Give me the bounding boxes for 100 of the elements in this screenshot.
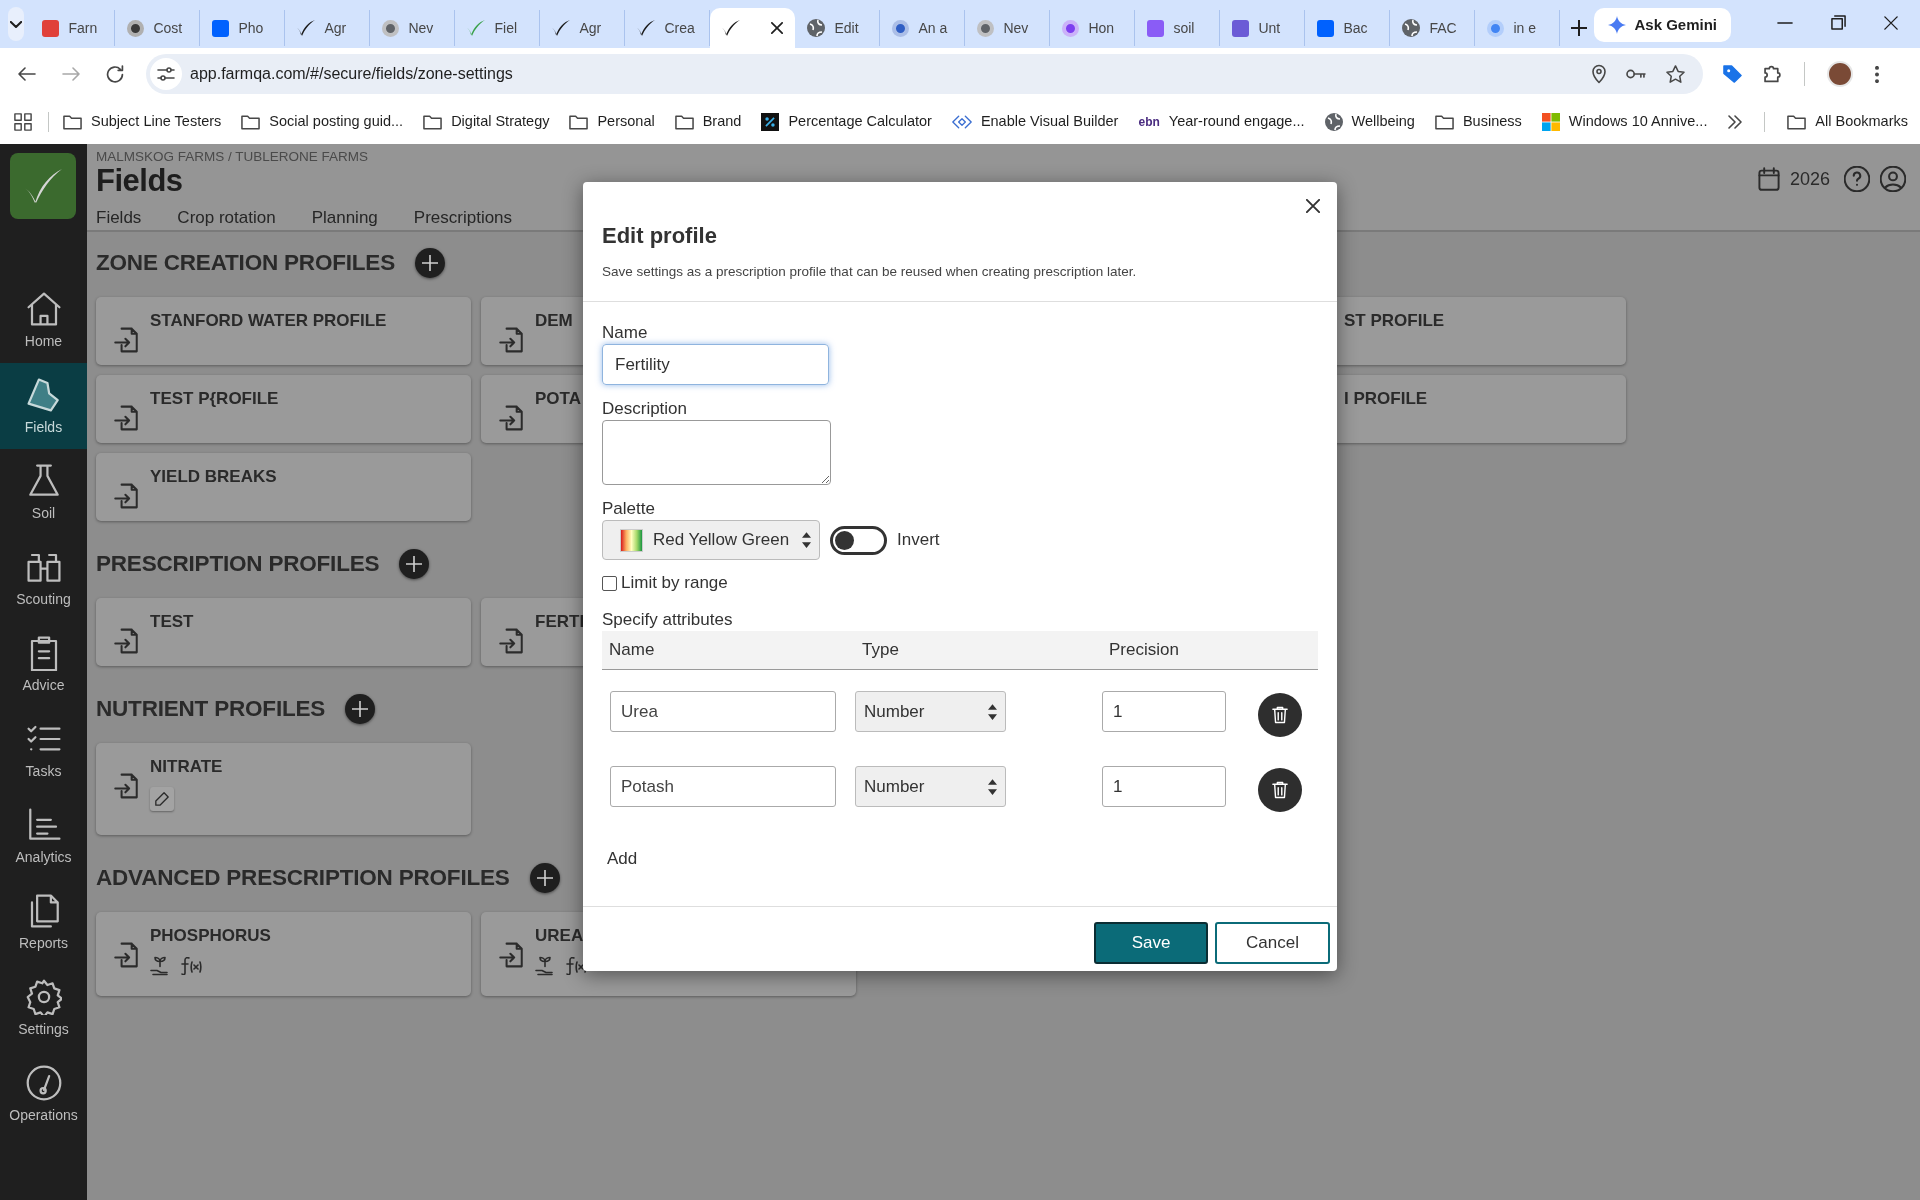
profile-card[interactable]: NITRATE: [96, 743, 471, 835]
gemini-button[interactable]: Ask Gemini: [1594, 8, 1731, 42]
sprout-in-hand-icon: [150, 956, 170, 976]
reload-icon: [106, 65, 124, 83]
profile-card[interactable]: STANFORD WATER PROFILE: [96, 297, 471, 365]
edit-button[interactable]: [150, 787, 174, 811]
browser-tab[interactable]: Edit: [795, 10, 881, 46]
file-import-icon: [114, 405, 138, 431]
browser-tab[interactable]: Nev: [370, 10, 456, 46]
bookmark[interactable]: ebn Year-round engage...: [1128, 106, 1315, 138]
browser-tab[interactable]: [710, 8, 796, 48]
bookmark[interactable]: Digital Strategy: [413, 106, 560, 138]
four-squares-logo-icon: [1541, 113, 1560, 131]
breadcrumb: MALMSKOG FARMS / TUBLERONE FARMS: [96, 149, 370, 165]
name-input[interactable]: Fertility: [602, 344, 829, 385]
browser-tab[interactable]: Bac: [1305, 10, 1391, 46]
bookmark[interactable]: Business: [1424, 106, 1532, 138]
nav-tab[interactable]: Prescriptions: [413, 207, 513, 229]
add-button[interactable]: [399, 549, 430, 579]
sidebar-item[interactable]: Scouting: [0, 535, 87, 621]
browser-tab[interactable]: Agr: [540, 10, 626, 46]
file-import-icon: [499, 628, 523, 654]
bookmark[interactable]: Brand: [664, 106, 752, 138]
tab-search-button[interactable]: [8, 7, 25, 41]
add-button[interactable]: [414, 248, 445, 278]
sidebar-item[interactable]: Analytics: [0, 793, 87, 879]
sidebar-item[interactable]: Operations: [0, 1051, 87, 1137]
year-selector[interactable]: 2026: [1789, 165, 1830, 193]
profile-name: YIELD BREAKS: [150, 466, 277, 488]
browser-tab[interactable]: in e: [1475, 10, 1561, 46]
palette-select[interactable]: Red Yellow Green: [602, 520, 820, 560]
sidebar-item[interactable]: Advice: [0, 621, 87, 707]
invert-toggle[interactable]: [830, 525, 887, 555]
bookmark[interactable]: Windows 10 Annive...: [1531, 106, 1718, 138]
calendar-icon: [1757, 167, 1780, 191]
site-logo-icon: [42, 19, 60, 37]
browser-tab[interactable]: Unt: [1220, 10, 1306, 46]
profile-card[interactable]: YIELD BREAKS: [96, 453, 471, 521]
browser-tab[interactable]: Farn: [30, 10, 116, 46]
toggle-label: Invert: [897, 529, 940, 552]
nav-tab[interactable]: Crop rotation: [177, 207, 276, 229]
profile-avatar[interactable]: [1827, 61, 1853, 87]
dialog-description: Save settings as a prescription profile that can be reused when creating prescription later.: [602, 263, 1138, 281]
type-select[interactable]: Number: [855, 766, 1006, 807]
sidebar-item[interactable]: Home: [0, 277, 87, 363]
browser-tab[interactable]: An a: [880, 10, 966, 46]
sidebar-item[interactable]: Settings: [0, 965, 87, 1051]
browser-tab[interactable]: Fiel: [455, 10, 541, 46]
bookmark[interactable]: Enable Visual Builder: [941, 106, 1129, 138]
profile-name: UREA: [535, 925, 585, 947]
profile-card[interactable]: TEST: [96, 598, 471, 666]
attribute-name-input[interactable]: Potash: [610, 766, 836, 807]
browser-tab[interactable]: Agr: [285, 10, 371, 46]
address-bar[interactable]: app.farmqa.com/#/secure/fields/zone-settings: [146, 54, 1703, 94]
bookmark[interactable]: Percentage Calculator: [751, 106, 942, 138]
save-button[interactable]: Save: [1094, 922, 1208, 964]
checkbox[interactable]: [602, 575, 617, 591]
close-icon: [1306, 199, 1320, 213]
bookmark[interactable]: Social posting guid...: [231, 106, 414, 138]
profile-card[interactable]: PHOSPHORUS: [96, 912, 471, 996]
sidebar-item[interactable]: Reports: [0, 879, 87, 965]
attribute-name-input[interactable]: Urea: [610, 691, 836, 732]
type-select[interactable]: Number: [855, 691, 1006, 732]
profile-name: TEST: [150, 611, 194, 633]
sidebar-item[interactable]: Soil: [0, 449, 87, 535]
add-button[interactable]: [529, 863, 560, 893]
cancel-button[interactable]: Cancel: [1215, 922, 1330, 964]
sort-arrows-icon: [988, 703, 997, 720]
bookmark[interactable]: Personal: [559, 106, 665, 138]
bookmark[interactable]: Subject Line Testers: [53, 106, 232, 138]
browser-tab[interactable]: Cost: [115, 10, 201, 46]
profile-card[interactable]: TEST P{ROFILE: [96, 375, 471, 443]
nav-tab[interactable]: Fields: [96, 207, 142, 229]
file-import-icon: [114, 942, 138, 968]
all-bookmarks-folder[interactable]: All Bookmarks: [1787, 111, 1908, 133]
browser-tab[interactable]: Nev: [965, 10, 1051, 46]
function-icon: [180, 957, 202, 975]
section-label: Specify attributes: [602, 609, 734, 631]
precision-input[interactable]: 1: [1102, 691, 1226, 732]
browser-tab[interactable]: Hon: [1050, 10, 1136, 46]
add-button[interactable]: [345, 694, 376, 724]
browser-tab[interactable]: soil: [1135, 10, 1221, 46]
sidebar-item[interactable]: Tasks: [0, 707, 87, 793]
precision-input[interactable]: 1: [1102, 766, 1226, 807]
profile-name: POTA: [535, 388, 581, 410]
bookmark[interactable]: Wellbeing: [1314, 106, 1425, 138]
add-attribute-link[interactable]: Add: [607, 848, 638, 870]
app-logo: [10, 153, 76, 219]
more-options-icon: [1875, 65, 1879, 83]
sidebar-item[interactable]: Fields: [0, 363, 87, 449]
site-logo-icon: [212, 19, 230, 37]
browser-tab[interactable]: Pho: [200, 10, 286, 46]
file-import-icon: [499, 327, 523, 353]
delete-button[interactable]: [1258, 768, 1302, 812]
nav-tab[interactable]: Planning: [311, 207, 378, 229]
site-logo-icon: [977, 19, 995, 37]
description-textarea[interactable]: [602, 420, 831, 485]
browser-tab[interactable]: FAC: [1390, 10, 1476, 46]
delete-button[interactable]: [1258, 693, 1302, 737]
logo-text: ebn: [1138, 116, 1160, 128]
